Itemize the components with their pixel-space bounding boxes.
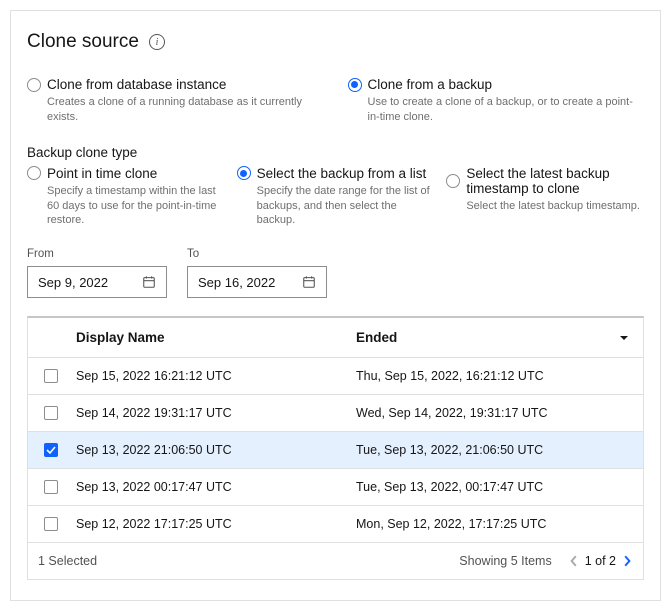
- col-header-ended[interactable]: Ended: [356, 330, 643, 345]
- row-name: Sep 15, 2022 16:21:12 UTC: [74, 369, 356, 383]
- option-label: Clone from a backup: [368, 77, 493, 92]
- row-checkbox[interactable]: [44, 517, 58, 531]
- option-label: Select the backup from a list: [257, 166, 427, 181]
- date-range: From Sep 9, 2022 To Sep 16, 2022: [27, 248, 644, 298]
- date-to-input[interactable]: Sep 16, 2022: [187, 266, 327, 298]
- caret-down-icon: [619, 333, 629, 343]
- date-from-value: Sep 9, 2022: [38, 275, 142, 290]
- option-latest-timestamp[interactable]: Select the latest backup timestamp to cl…: [446, 166, 644, 229]
- pager: 1 of 2: [568, 554, 633, 568]
- option-label: Point in time clone: [47, 166, 157, 181]
- row-checkbox[interactable]: [44, 443, 58, 457]
- table-row[interactable]: Sep 15, 2022 16:21:12 UTC Thu, Sep 15, 2…: [28, 358, 643, 395]
- radio-icon: [446, 174, 460, 188]
- option-desc: Select the latest backup timestamp.: [466, 199, 644, 214]
- table-row[interactable]: Sep 12, 2022 17:17:25 UTC Mon, Sep 12, 2…: [28, 506, 643, 543]
- chevron-right-icon[interactable]: [621, 555, 633, 567]
- option-desc: Use to create a clone of a backup, or to…: [368, 95, 645, 125]
- showing-count: Showing 5 Items: [459, 554, 551, 568]
- row-ended: Thu, Sep 15, 2022, 16:21:12 UTC: [356, 369, 643, 383]
- page-indicator: 1 of 2: [585, 554, 616, 568]
- panel-title: Clone source i: [27, 31, 644, 53]
- table-row[interactable]: Sep 13, 2022 21:06:50 UTC Tue, Sep 13, 2…: [28, 432, 643, 469]
- row-ended: Mon, Sep 12, 2022, 17:17:25 UTC: [356, 517, 643, 531]
- date-from-label: From: [27, 248, 167, 260]
- selected-count: 1 Selected: [38, 554, 97, 568]
- row-name: Sep 14, 2022 19:31:17 UTC: [74, 406, 356, 420]
- date-from-field: From Sep 9, 2022: [27, 248, 167, 298]
- row-checkbox[interactable]: [44, 480, 58, 494]
- panel-title-text: Clone source: [27, 31, 139, 53]
- table-row[interactable]: Sep 14, 2022 19:31:17 UTC Wed, Sep 14, 2…: [28, 395, 643, 432]
- date-to-value: Sep 16, 2022: [198, 275, 302, 290]
- backup-clone-type-options: Point in time clone Specify a timestamp …: [27, 166, 644, 229]
- radio-icon: [348, 78, 362, 92]
- row-name: Sep 12, 2022 17:17:25 UTC: [74, 517, 356, 531]
- row-ended: Wed, Sep 14, 2022, 19:31:17 UTC: [356, 406, 643, 420]
- clone-source-panel: Clone source i Clone from database insta…: [10, 10, 661, 601]
- option-label: Clone from database instance: [47, 77, 226, 92]
- backup-clone-type-label: Backup clone type: [27, 145, 644, 160]
- option-desc: Specify a timestamp within the last 60 d…: [47, 184, 225, 229]
- row-checkbox[interactable]: [44, 369, 58, 383]
- option-point-in-time[interactable]: Point in time clone Specify a timestamp …: [27, 166, 225, 229]
- row-ended: Tue, Sep 13, 2022, 00:17:47 UTC: [356, 480, 643, 494]
- calendar-icon: [302, 275, 316, 289]
- row-name: Sep 13, 2022 00:17:47 UTC: [74, 480, 356, 494]
- col-header-name[interactable]: Display Name: [74, 330, 356, 345]
- radio-icon: [237, 166, 251, 180]
- option-from-backup[interactable]: Clone from a backup Use to create a clon…: [348, 77, 645, 125]
- date-to-label: To: [187, 248, 327, 260]
- row-checkbox[interactable]: [44, 406, 58, 420]
- chevron-left-icon[interactable]: [568, 555, 580, 567]
- option-label: Select the latest backup timestamp to cl…: [466, 166, 644, 196]
- option-db-instance[interactable]: Clone from database instance Creates a c…: [27, 77, 324, 125]
- radio-icon: [27, 78, 41, 92]
- option-select-from-list[interactable]: Select the backup from a list Specify th…: [237, 166, 435, 229]
- date-to-field: To Sep 16, 2022: [187, 248, 327, 298]
- option-desc: Specify the date range for the list of b…: [257, 184, 435, 229]
- table-row[interactable]: Sep 13, 2022 00:17:47 UTC Tue, Sep 13, 2…: [28, 469, 643, 506]
- row-name: Sep 13, 2022 21:06:50 UTC: [74, 443, 356, 457]
- backups-table: Display Name Ended Sep 15, 2022 16:21:12…: [27, 316, 644, 580]
- table-footer: 1 Selected Showing 5 Items 1 of 2: [28, 543, 643, 579]
- option-desc: Creates a clone of a running database as…: [47, 95, 324, 125]
- table-header: Display Name Ended: [28, 318, 643, 358]
- row-ended: Tue, Sep 13, 2022, 21:06:50 UTC: [356, 443, 643, 457]
- date-from-input[interactable]: Sep 9, 2022: [27, 266, 167, 298]
- calendar-icon: [142, 275, 156, 289]
- info-icon[interactable]: i: [149, 34, 165, 50]
- clone-source-options: Clone from database instance Creates a c…: [27, 77, 644, 125]
- radio-icon: [27, 166, 41, 180]
- col-header-ended-text: Ended: [356, 330, 397, 345]
